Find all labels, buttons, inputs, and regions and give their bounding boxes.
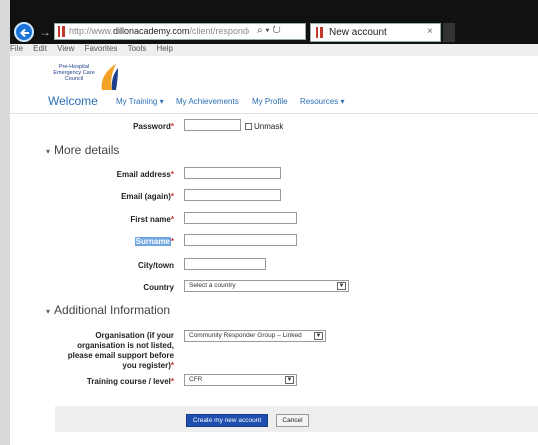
training-select[interactable]: CFR ▼ xyxy=(184,374,297,386)
nav-my-achievements[interactable]: My Achievements xyxy=(176,97,239,106)
password-label: Password* xyxy=(133,122,174,131)
collapse-toggle-icon: ▾ xyxy=(46,307,51,316)
forward-button[interactable]: → xyxy=(39,25,51,39)
menu-help[interactable]: Help xyxy=(157,44,173,53)
url-text: http://www.dillonacademy.com/client/resp… xyxy=(69,26,249,36)
logo-mark-icon xyxy=(101,64,118,90)
surname-field[interactable] xyxy=(184,234,297,246)
tab-close-icon[interactable]: × xyxy=(427,26,433,37)
first-name-label: First name* xyxy=(130,215,174,224)
city-field[interactable] xyxy=(184,258,266,270)
nav-my-training[interactable]: My Training ▾ xyxy=(116,97,164,106)
back-arrow-icon xyxy=(20,28,29,38)
section-more-details[interactable]: ▾ More details xyxy=(46,143,119,157)
unmask-label: Unmask xyxy=(254,122,284,131)
password-field[interactable] xyxy=(184,119,241,131)
email-again-label: Email (again)* xyxy=(121,192,174,201)
address-bar-controls[interactable]: ⌕ ▾ ↻ xyxy=(257,25,281,36)
section-additional-information[interactable]: ▾ Additional Information xyxy=(46,303,170,317)
menu-view[interactable]: View xyxy=(57,44,74,53)
menu-file[interactable]: File xyxy=(10,44,23,53)
tab-title: New account xyxy=(329,27,387,38)
dropdown-arrow-icon: ▼ xyxy=(285,376,294,384)
address-bar[interactable]: http://www.dillonacademy.com/client/resp… xyxy=(54,23,306,40)
menu-bar: File Edit View Favorites Tools Help xyxy=(10,44,538,56)
training-label: Training course / level* xyxy=(86,377,174,386)
nav-resources[interactable]: Resources ▾ xyxy=(300,97,344,106)
organisation-select[interactable]: Community Responder Group – Linked ▼ xyxy=(184,330,326,342)
nav-my-profile[interactable]: My Profile xyxy=(252,97,288,106)
menu-tools[interactable]: Tools xyxy=(128,44,147,53)
menu-edit[interactable]: Edit xyxy=(33,44,47,53)
email-again-field[interactable] xyxy=(184,189,281,201)
menu-favorites[interactable]: Favorites xyxy=(85,44,118,53)
back-button[interactable] xyxy=(14,22,34,42)
logo-text: Pre-Hospital Emergency Care Council xyxy=(53,64,95,82)
site-favicon-icon xyxy=(58,26,65,37)
nav-welcome[interactable]: Welcome xyxy=(48,94,98,108)
left-edge-strip xyxy=(0,0,10,445)
city-label: City/town xyxy=(138,261,174,270)
first-name-field[interactable] xyxy=(184,212,297,224)
organisation-label: Organisation (if your organisation is no… xyxy=(67,331,174,370)
tab-favicon-icon xyxy=(316,27,323,38)
unmask-checkbox[interactable] xyxy=(245,123,252,130)
email-label: Email address* xyxy=(116,170,174,179)
cancel-button[interactable]: Cancel xyxy=(276,414,309,427)
create-account-button[interactable]: Create my new account xyxy=(186,414,268,427)
surname-label: Surname* xyxy=(134,237,174,246)
new-tab-button[interactable] xyxy=(443,23,455,42)
nav-divider xyxy=(10,113,538,114)
dropdown-arrow-icon: ▼ xyxy=(314,332,323,340)
browser-tab[interactable]: New account × xyxy=(310,23,441,42)
dropdown-arrow-icon: ▼ xyxy=(337,282,346,290)
country-select[interactable]: Select a country ▼ xyxy=(184,280,349,292)
country-label: Country xyxy=(143,283,174,292)
email-field[interactable] xyxy=(184,167,281,179)
site-logo[interactable]: Pre-Hospital Emergency Care Council xyxy=(48,62,120,94)
collapse-toggle-icon: ▾ xyxy=(46,147,51,156)
